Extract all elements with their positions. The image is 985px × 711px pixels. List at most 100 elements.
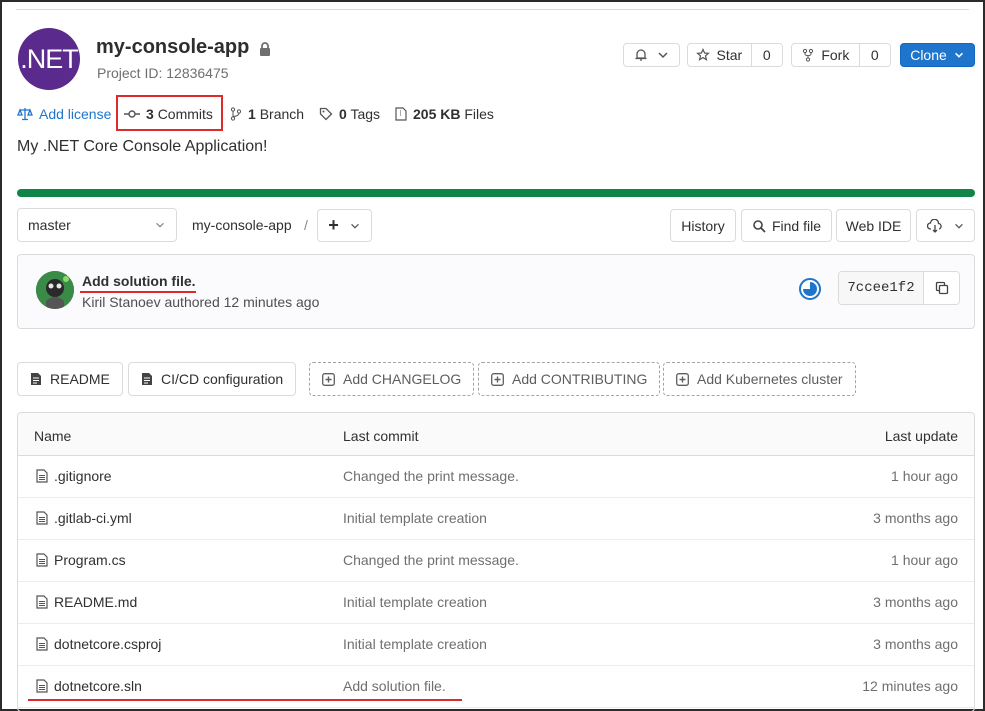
clone-button[interactable]: Clone (900, 43, 975, 67)
file-last-commit[interactable]: Changed the print message. (343, 552, 519, 568)
table-row[interactable]: dotnetcore.sln Add solution file. 12 minut… (18, 666, 974, 708)
chevron-down-icon (156, 222, 164, 228)
table-row[interactable]: Program.cs Changed the print message. 1 ho… (18, 540, 974, 582)
breadcrumb[interactable]: my-console-app (192, 217, 292, 233)
add-file-dropdown[interactable]: + (317, 209, 372, 242)
project-avatar[interactable]: .NET (18, 28, 80, 90)
file-name[interactable]: .gitlab-ci.yml (54, 510, 132, 526)
commit-title-highlight (80, 291, 196, 293)
page: { "project": { "avatar_text": ".NET", "n… (0, 0, 985, 711)
file-name[interactable]: dotnetcore.csproj (54, 636, 161, 652)
project-title[interactable]: my-console-app (96, 36, 249, 59)
chevron-down-icon (954, 223, 963, 229)
files-link[interactable]: 205 KB Files (395, 106, 494, 122)
plus-square-icon (322, 372, 335, 386)
add-kubernetes-button[interactable]: Add Kubernetes cluster (663, 362, 856, 396)
top-divider (16, 9, 969, 10)
tags-label: Tags (350, 106, 381, 122)
commit-sha-group: 7ccee1f2 (838, 271, 960, 305)
add-changelog-button[interactable]: Add CHANGELOG (309, 362, 475, 396)
header-last-update: Last update (884, 428, 958, 444)
table-row[interactable]: .gitignore Changed the print message. 1 ho… (18, 456, 974, 498)
file-name[interactable]: README.md (54, 594, 137, 610)
table-row[interactable]: dotnetcore.csproj Initial template creati… (18, 624, 974, 666)
file-last-update: 3 months ago (873, 594, 958, 610)
cicd-config-button[interactable]: CI/CD configuration (128, 362, 297, 396)
tags-count: 0 (339, 106, 347, 122)
chevron-down-icon (350, 223, 359, 229)
file-icon (36, 511, 48, 525)
file-last-commit[interactable]: Changed the print message. (343, 468, 519, 484)
file-icon (36, 679, 48, 693)
file-last-update: 1 hour ago (891, 552, 958, 568)
file-icon (36, 553, 48, 567)
history-button[interactable]: History (670, 209, 736, 242)
notification-dropdown[interactable] (623, 43, 680, 67)
file-last-commit[interactable]: Initial template creation (343, 510, 487, 526)
file-name-cell[interactable]: README.md (36, 594, 137, 610)
download-dropdown[interactable] (916, 209, 975, 242)
plus-square-icon (676, 372, 689, 386)
cicd-config-label: CI/CD configuration (161, 371, 284, 387)
file-last-commit[interactable]: Initial template creation (343, 636, 487, 652)
fork-count[interactable]: 0 (858, 44, 890, 66)
branch-label: Branch (259, 106, 305, 122)
clone-label: Clone (910, 47, 947, 63)
star-button[interactable]: Star (688, 44, 751, 66)
table-row[interactable]: .gitlab-ci.yml Initial template creation 3… (18, 498, 974, 540)
file-last-update: 3 months ago (873, 636, 958, 652)
file-name-cell[interactable]: Program.cs (36, 552, 126, 568)
commits-link[interactable]: 3 Commits (124, 106, 213, 122)
file-last-update: 1 hour ago (891, 468, 958, 484)
pipeline-running-icon[interactable] (798, 277, 822, 301)
file-name[interactable]: dotnetcore.sln (54, 678, 142, 694)
bell-icon (635, 49, 646, 61)
commit-icon (124, 110, 140, 118)
fork-label: Fork (821, 47, 850, 63)
pipeline-status-bar[interactable] (17, 189, 975, 197)
project-description: My .NET Core Console Application! (17, 138, 268, 155)
web-ide-button[interactable]: Web IDE (836, 209, 911, 242)
copy-sha-button[interactable] (923, 272, 959, 304)
project-id: Project ID: 12836475 (97, 65, 229, 81)
file-last-update: 3 months ago (873, 510, 958, 526)
commit-title[interactable]: Add solution file. (82, 273, 196, 289)
file-archive-icon (395, 107, 407, 121)
branch-icon (230, 107, 242, 121)
search-icon (753, 219, 766, 233)
file-name[interactable]: .gitignore (54, 468, 112, 484)
branches-link[interactable]: 1 Branch (230, 106, 304, 122)
plus-square-icon (491, 372, 504, 386)
commit-sha[interactable]: 7ccee1f2 (839, 272, 923, 304)
files-size: 205 KB (413, 106, 461, 122)
tags-link[interactable]: 0 Tags (319, 106, 380, 122)
plus-icon: + (328, 215, 339, 235)
add-license-link[interactable]: Add license (17, 106, 111, 122)
file-name-cell[interactable]: dotnetcore.csproj (36, 636, 161, 652)
doc-icon (31, 373, 41, 385)
file-name[interactable]: Program.cs (54, 552, 126, 568)
star-count[interactable]: 0 (750, 44, 782, 66)
add-contributing-button[interactable]: Add CONTRIBUTING (478, 362, 661, 396)
readme-button[interactable]: README (17, 362, 123, 396)
star-button-group: Star 0 (687, 43, 783, 67)
file-last-commit[interactable]: Initial template creation (343, 594, 487, 610)
file-icon (36, 469, 48, 483)
fork-button-group: Fork 0 (791, 43, 891, 67)
header-name: Name (34, 428, 72, 444)
header-last-commit: Last commit (343, 428, 419, 444)
chevron-down-icon (954, 52, 963, 58)
file-last-commit[interactable]: Add solution file. (343, 678, 446, 694)
file-name-cell[interactable]: dotnetcore.sln (36, 678, 142, 694)
author-avatar[interactable] (36, 271, 74, 309)
tag-icon (319, 107, 333, 121)
fork-button[interactable]: Fork (792, 44, 859, 66)
table-row[interactable]: README.md Initial template creation 3 mont… (18, 582, 974, 624)
fork-icon (803, 48, 814, 62)
doc-icon (142, 373, 152, 385)
files-label: Files (464, 106, 494, 122)
find-file-button[interactable]: Find file (741, 209, 832, 242)
file-name-cell[interactable]: .gitignore (36, 468, 112, 484)
file-name-cell[interactable]: .gitlab-ci.yml (36, 510, 132, 526)
branch-selector[interactable]: master (17, 208, 177, 242)
